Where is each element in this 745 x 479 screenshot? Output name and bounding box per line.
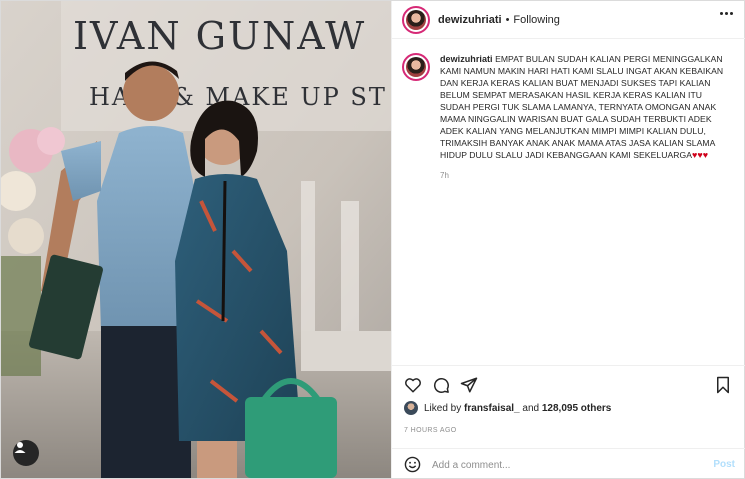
post-photo[interactable]: IVAN GUNAW HAIR & MAKE UP ST bbox=[1, 1, 391, 478]
liker-avatar[interactable] bbox=[404, 401, 418, 415]
heart-emojis: ♥♥♥ bbox=[692, 150, 709, 160]
sign-line-1: IVAN GUNAW bbox=[73, 14, 366, 58]
likes-prefix: Liked by bbox=[424, 402, 462, 414]
caption-username[interactable]: dewizuhriati bbox=[440, 54, 493, 64]
header-separator: • bbox=[505, 13, 510, 26]
emoji-icon[interactable] bbox=[404, 456, 421, 473]
caption: dewizuhriati EMPAT BULAN SUDAH KALIAN PE… bbox=[402, 53, 732, 180]
likes-joiner: and bbox=[522, 402, 540, 414]
comment-icon[interactable] bbox=[432, 376, 450, 394]
likes-summary: Liked by fransfaisal_ and 128,095 others bbox=[404, 401, 611, 415]
share-icon[interactable] bbox=[460, 376, 478, 394]
action-bar bbox=[392, 365, 745, 401]
heart-icon[interactable] bbox=[404, 376, 422, 394]
header-username[interactable]: dewizuhriati bbox=[438, 14, 502, 26]
comment-input[interactable] bbox=[432, 458, 692, 472]
caption-time: 7h bbox=[440, 171, 449, 180]
comment-bar: Post bbox=[392, 448, 745, 478]
caption-avatar[interactable] bbox=[402, 53, 430, 81]
photo-illustration: IVAN GUNAW HAIR & MAKE UP ST bbox=[1, 1, 391, 478]
tag-user-icon bbox=[14, 442, 26, 453]
tag-user-button[interactable] bbox=[13, 440, 39, 466]
post-side-panel: dewizuhriati • Following dewizuhriati EM… bbox=[391, 1, 745, 478]
avatar[interactable] bbox=[402, 5, 430, 34]
caption-body: EMPAT BULAN SUDAH KALIAN PERGI MENINGGAL… bbox=[440, 54, 724, 160]
likes-count[interactable]: 128,095 others bbox=[542, 403, 612, 414]
following-button[interactable]: Following bbox=[513, 14, 559, 26]
post-comment-button[interactable]: Post bbox=[713, 459, 735, 470]
caption-text: dewizuhriati EMPAT BULAN SUDAH KALIAN PE… bbox=[440, 53, 732, 161]
instagram-post: IVAN GUNAW HAIR & MAKE UP ST dewizuhriat… bbox=[0, 0, 745, 479]
liker-username[interactable]: fransfaisal_ bbox=[464, 403, 520, 414]
bookmark-icon[interactable] bbox=[714, 376, 732, 394]
posted-ago[interactable]: 7 HOURS AGO bbox=[404, 427, 457, 434]
post-header: dewizuhriati • Following bbox=[392, 1, 745, 39]
more-options-icon[interactable] bbox=[720, 12, 733, 15]
